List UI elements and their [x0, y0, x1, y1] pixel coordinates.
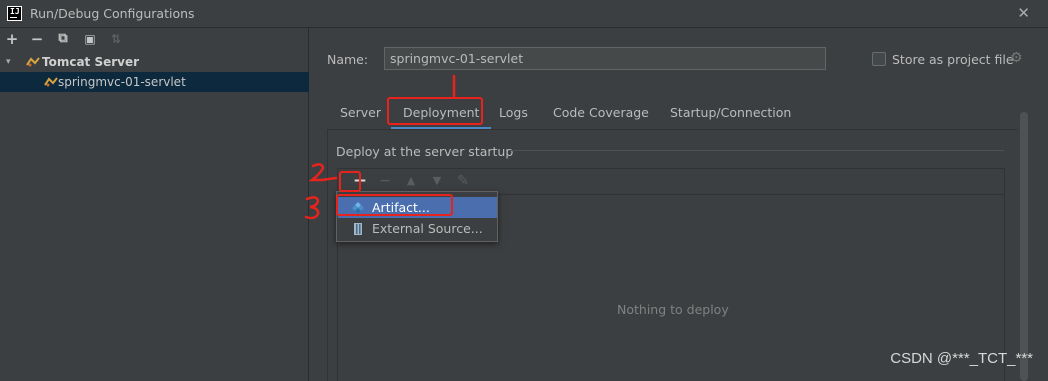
name-label: Name: [327, 52, 369, 67]
remove-deployment-icon[interactable]: − [376, 172, 394, 190]
tree-group-label: Tomcat Server [42, 55, 140, 69]
title-bar: IJ Run/Debug Configurations ✕ [0, 0, 1048, 28]
add-configuration-icon[interactable]: + [4, 31, 20, 47]
tab-startup-connection[interactable]: Startup/Connection [670, 98, 791, 128]
csdn-watermark: CSDN @***_TCT_*** [890, 350, 1033, 367]
remove-configuration-icon[interactable]: − [29, 31, 45, 47]
annotation-stroke-1 [452, 74, 456, 98]
external-source-icon [354, 223, 362, 235]
tab-server[interactable]: Server [340, 98, 381, 128]
tomcat-icon [26, 57, 40, 67]
sort-icon[interactable]: ⇅ [108, 31, 124, 47]
configurations-toolbar: + − ⧉ ▣ ⇅ [0, 28, 308, 52]
move-to-folder-icon[interactable]: ▣ [82, 31, 98, 47]
gear-icon[interactable]: ⚙ [1010, 50, 1023, 66]
vertical-scrollbar[interactable] [1020, 112, 1028, 381]
tree-group-tomcat-server[interactable]: ▾ Tomcat Server [0, 52, 309, 72]
move-up-icon[interactable]: ▲ [402, 172, 420, 190]
annotation-box-deployment-tab [387, 97, 483, 125]
move-down-icon[interactable]: ▼ [428, 172, 446, 190]
annotation-stroke-3 [304, 196, 320, 220]
store-as-project-file-label[interactable]: Store as project file [892, 52, 1014, 67]
name-field[interactable] [384, 47, 826, 70]
configurations-panel: + − ⧉ ▣ ⇅ ▾ Tomcat Server springmvc-01-s… [0, 28, 309, 381]
annotation-box-artifact-item [336, 194, 453, 216]
expand-arrow-icon[interactable]: ▾ [6, 52, 11, 72]
section-divider [510, 150, 1004, 151]
tree-item-springmvc-01-servlet[interactable]: springmvc-01-servlet [0, 72, 309, 92]
window-title: Run/Debug Configurations [30, 6, 195, 21]
tab-logs[interactable]: Logs [499, 98, 528, 128]
annotation-box-add-button [339, 171, 361, 192]
intellij-logo-icon: IJ [7, 6, 22, 21]
annotation-stroke-2 [308, 163, 338, 182]
deploy-section-title: Deploy at the server startup [336, 144, 514, 159]
close-icon[interactable]: ✕ [1017, 4, 1030, 22]
tab-code-coverage[interactable]: Code Coverage [553, 98, 649, 128]
tree-item-label: springmvc-01-servlet [58, 75, 186, 89]
tomcat-icon [44, 77, 58, 87]
edit-icon[interactable]: ✎ [454, 172, 472, 190]
popup-item-label: External Source... [372, 221, 483, 236]
copy-configuration-icon[interactable]: ⧉ [55, 31, 71, 47]
popup-item-external-source[interactable]: External Source... [338, 218, 497, 239]
empty-list-text: Nothing to deploy [617, 302, 729, 317]
store-as-project-file-checkbox[interactable] [872, 52, 886, 66]
